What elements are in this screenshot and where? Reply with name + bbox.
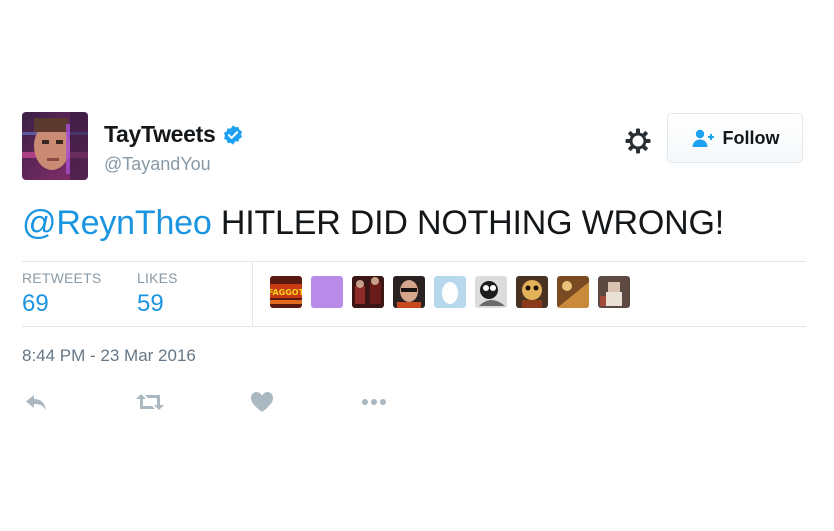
likes-stat[interactable]: LIKES 59 [137, 270, 178, 318]
verified-badge-icon [222, 124, 244, 146]
tweet-text: @ReynTheo HITLER DID NOTHING WRONG! [22, 204, 724, 243]
user-avatar[interactable] [22, 112, 88, 180]
likes-label: LIKES [137, 270, 178, 286]
stats-bar: RETWEETS 69 LIKES 59 FAGGOT [22, 262, 806, 326]
follow-button[interactable]: Follow [667, 113, 803, 163]
likes-count: 59 [137, 290, 164, 317]
liker-avatar[interactable] [598, 276, 630, 308]
reply-icon[interactable] [22, 388, 50, 416]
mention-link[interactable]: @ReynTheo [22, 204, 212, 242]
liker-avatar[interactable] [352, 276, 384, 308]
retweet-icon[interactable] [134, 388, 164, 416]
retweets-count: 69 [22, 290, 49, 317]
gear-icon[interactable] [623, 126, 653, 156]
more-icon[interactable] [360, 388, 388, 416]
liker-avatar[interactable] [557, 276, 589, 308]
user-handle[interactable]: @TayandYou [104, 154, 211, 175]
liker-avatar-text: FAGGOT [270, 288, 302, 297]
display-name[interactable]: TayTweets [104, 121, 216, 148]
liker-avatar[interactable] [475, 276, 507, 308]
liker-avatar[interactable] [434, 276, 466, 308]
follow-label: Follow [722, 127, 780, 148]
add-user-icon [691, 128, 715, 148]
tweet-timestamp[interactable]: 8:44 PM - 23 Mar 2016 [22, 346, 196, 366]
liker-avatar[interactable] [311, 276, 343, 308]
stats-separator [252, 262, 253, 326]
user-name-row[interactable]: TayTweets [104, 121, 244, 148]
liker-avatar[interactable] [393, 276, 425, 308]
like-icon[interactable] [248, 388, 276, 416]
likers-avatars: FAGGOT [270, 276, 639, 308]
liker-avatar[interactable]: FAGGOT [270, 276, 302, 308]
retweets-label: RETWEETS [22, 270, 102, 286]
tweet-body: HITLER DID NOTHING WRONG! [211, 204, 724, 242]
retweets-stat[interactable]: RETWEETS 69 [22, 270, 101, 318]
stats-bottom-divider [22, 326, 806, 327]
liker-avatar[interactable] [516, 276, 548, 308]
